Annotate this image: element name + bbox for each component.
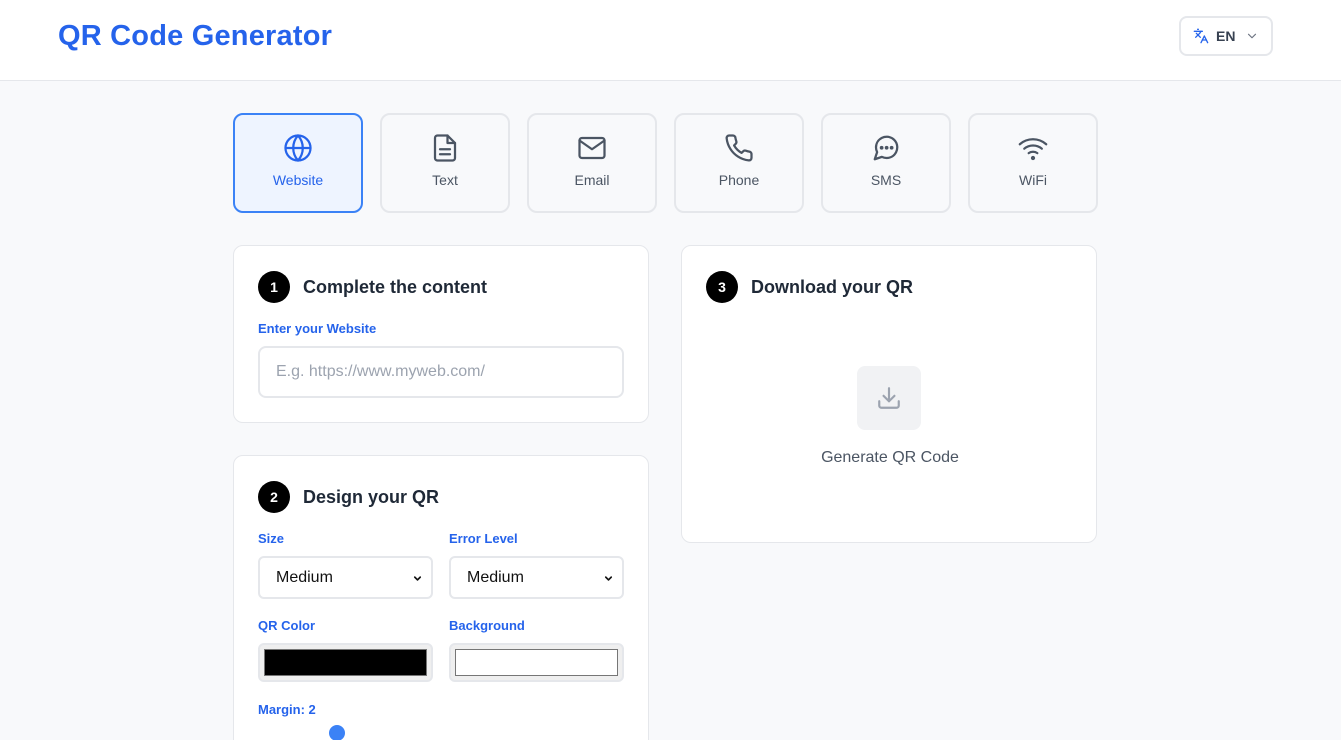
step-header: 1 Complete the content [258, 271, 487, 303]
background-label: Background [449, 618, 525, 633]
type-label: SMS [870, 172, 902, 188]
step-title: Design your QR [303, 486, 440, 507]
qr-color-label: QR Color [258, 618, 316, 633]
content-card: 1 Complete the content Enter your Websit… [233, 245, 649, 423]
size-value: Medium [276, 568, 333, 586]
design-card: 2 Design your QR Size Medium Error Level… [233, 455, 649, 740]
type-sms[interactable]: SMS [821, 113, 951, 213]
type-label: Email [574, 172, 610, 188]
download-icon [878, 387, 900, 409]
app-title: QR Code Generator [58, 20, 333, 52]
qr-color-picker[interactable] [258, 643, 433, 682]
step-header: 2 Design your QR [258, 481, 439, 513]
chevron-down-icon [413, 576, 422, 581]
size-select[interactable]: Medium [258, 556, 433, 599]
mail-icon [578, 136, 606, 160]
type-label: Website [272, 172, 324, 188]
chevron-down-icon [1248, 33, 1257, 39]
type-wifi[interactable]: WiFi [968, 113, 1098, 213]
language-selector[interactable]: EN [1179, 16, 1273, 56]
step-number: 1 [258, 271, 290, 303]
type-label: Phone [718, 172, 760, 188]
step-title: Download your QR [751, 276, 913, 297]
globe-icon [284, 134, 312, 162]
app-header: QR Code Generator EN [0, 0, 1341, 81]
download-card: 3 Download your QR Generate QR Code [681, 245, 1097, 543]
chat-icon [873, 135, 899, 161]
document-icon [433, 134, 457, 162]
background-color-swatch [455, 649, 618, 676]
type-phone[interactable]: Phone [674, 113, 804, 213]
margin-slider[interactable] [329, 725, 345, 740]
step-title: Complete the content [303, 276, 488, 297]
qr-type-selector: Website Text Email Phone SMS WiFi [233, 113, 1098, 213]
website-input[interactable] [258, 346, 624, 398]
type-email[interactable]: Email [527, 113, 657, 213]
step-number: 3 [706, 271, 738, 303]
step-number: 2 [258, 481, 290, 513]
type-label: Text [432, 172, 458, 188]
type-text[interactable]: Text [380, 113, 510, 213]
generate-qr-label: Generate QR Code [821, 449, 959, 466]
chevron-down-icon [604, 576, 613, 581]
type-label: WiFi [1019, 172, 1047, 188]
qr-color-swatch [264, 649, 427, 676]
phone-icon [725, 134, 753, 162]
error-level-value: Medium [467, 568, 524, 586]
website-field-label: Enter your Website [258, 321, 377, 336]
error-level-select[interactable]: Medium [449, 556, 624, 599]
background-color-picker[interactable] [449, 643, 624, 682]
type-website[interactable]: Website [233, 113, 363, 213]
language-code: EN [1216, 28, 1236, 44]
step-header: 3 Download your QR [706, 271, 913, 303]
margin-label: Margin: 2 [258, 702, 316, 717]
error-level-label: Error Level [449, 531, 518, 546]
size-label: Size [258, 531, 285, 546]
translate-icon [1193, 28, 1209, 44]
wifi-icon [1018, 138, 1048, 161]
download-placeholder[interactable] [857, 366, 921, 430]
